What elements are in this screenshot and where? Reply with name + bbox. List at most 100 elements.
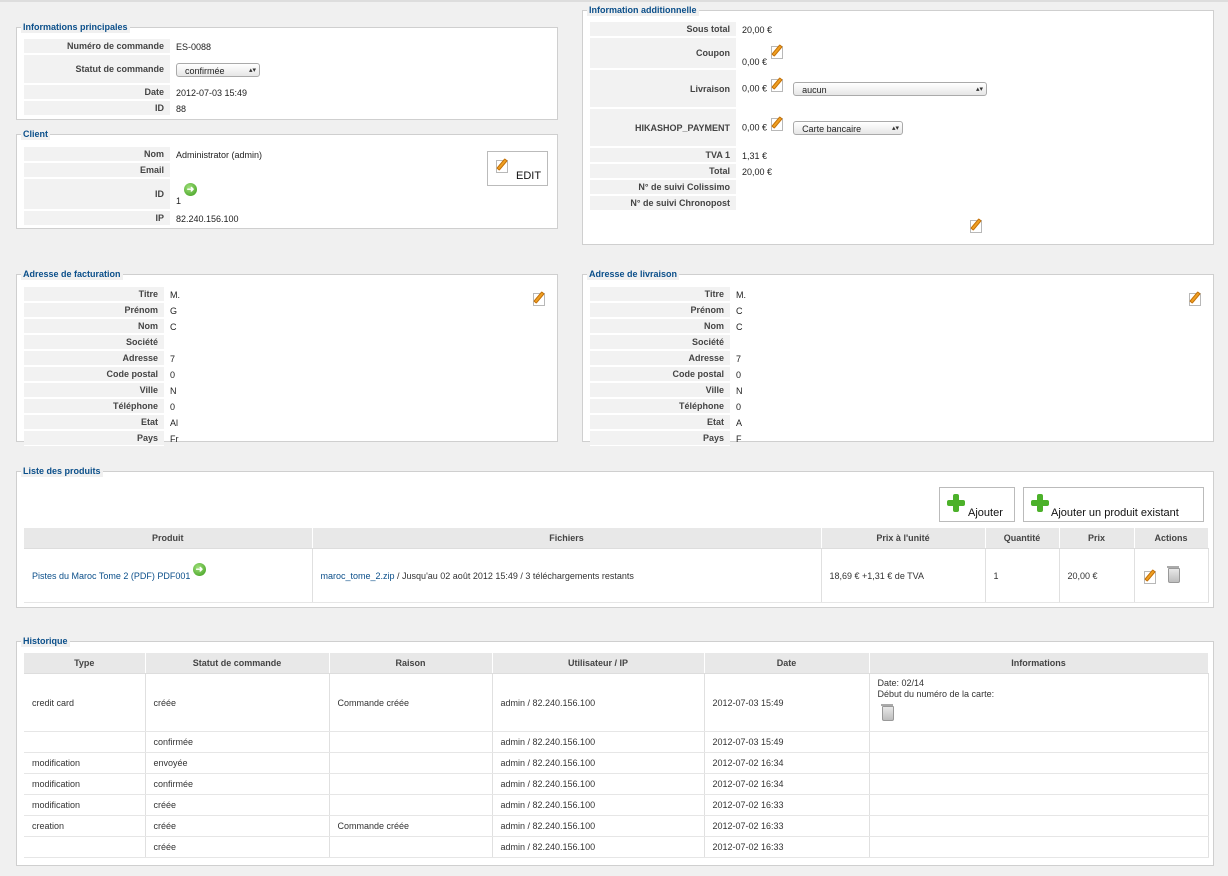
history-table: Type Statut de commande Raison Utilisate… — [24, 653, 1209, 858]
history-date: 2012-07-02 16:33 — [704, 794, 870, 816]
history-info — [869, 794, 1209, 816]
billing-edit-icon[interactable] — [532, 290, 547, 306]
history-info-date: Date: 02/14 — [877, 678, 925, 688]
history-reason — [329, 731, 493, 753]
go-arrow-icon[interactable]: ➜ — [192, 562, 206, 576]
billing-address-label: Titre — [24, 287, 164, 302]
history-status: créée — [145, 836, 330, 858]
shipping-method-select[interactable]: aucun ▴▾ — [793, 82, 988, 96]
additional-edit-icon[interactable] — [969, 217, 984, 233]
additional-info-panel: Information additionnelle Sous total 20,… — [582, 5, 1214, 245]
shipping-address-value: 0 — [736, 369, 742, 380]
tva-value: 1,31 € — [742, 150, 768, 161]
billing-address-value: 0 — [170, 401, 178, 412]
billing-address-value: G — [170, 305, 178, 316]
history-type: creation — [24, 815, 146, 837]
product-file-link[interactable]: maroc_tome_2.zip — [321, 571, 395, 581]
payment-method-select[interactable]: Carte bancaire ▴▾ — [793, 121, 904, 135]
shipping-address-label: Prénom — [590, 303, 730, 318]
shipping-address-row: Adresse 7 — [590, 351, 756, 366]
select-arrows-icon: ▴▾ — [248, 66, 256, 74]
billing-address-label: Code postal — [24, 367, 164, 382]
order-status-row: Statut de commande confirmée ▴▾ — [24, 55, 554, 84]
history-panel: Historique Type Statut de commande Raiso… — [16, 636, 1214, 866]
trash-icon[interactable] — [1167, 566, 1181, 583]
plus-icon — [1031, 494, 1049, 512]
product-row: Pistes du Maroc Tome 2 (PDF) PDF001 ➜ ma… — [24, 548, 1209, 603]
select-arrows-icon: ▴▾ — [892, 125, 900, 132]
shipping-address-edit-icon[interactable] — [1188, 290, 1203, 306]
payment-edit-icon[interactable] — [770, 115, 785, 131]
client-panel: Client Nom Administrator (admin) Email I… — [16, 129, 558, 229]
subtotal-value: 20,00 € — [742, 24, 773, 35]
history-date: 2012-07-03 15:49 — [704, 731, 870, 753]
billing-address-value: 7 — [170, 353, 176, 364]
col-prix: Prix — [1059, 528, 1135, 549]
shipping-address-row: Prénom C — [590, 303, 756, 318]
top-border — [0, 0, 1228, 2]
billing-address-label: Ville — [24, 383, 164, 398]
shipping-address-label: Adresse — [590, 351, 730, 366]
history-user: admin / 82.240.156.100 — [492, 815, 705, 837]
shipping-address-value: C — [736, 321, 743, 332]
history-date: 2012-07-02 16:34 — [704, 752, 870, 774]
order-status-select[interactable]: confirmée ▴▾ — [176, 62, 260, 77]
tva-label: TVA 1 — [590, 148, 736, 163]
shipping-address-label: Code postal — [590, 367, 730, 382]
product-edit-icon[interactable] — [1143, 568, 1158, 584]
shipping-edit-icon[interactable] — [770, 76, 785, 92]
add-existing-product-button[interactable]: Ajouter un produit existant — [1023, 487, 1204, 522]
client-edit-button[interactable]: EDIT — [487, 151, 548, 186]
coupon-label: Coupon — [590, 38, 736, 69]
billing-address-panel: Adresse de facturation Titre M. Prénom G Nom… — [16, 269, 558, 446]
chronopost-value — [736, 196, 1200, 211]
history-row: credit card créée Commande créée admin / 82… — [24, 673, 1209, 732]
history-type: credit card — [24, 673, 146, 732]
go-arrow-icon[interactable]: ➜ — [184, 183, 197, 196]
products-table: Produit Fichiers Prix à l'unité Quantité… — [24, 528, 1209, 603]
history-user: admin / 82.240.156.100 — [492, 794, 705, 816]
coupon-value: 0,00 € — [742, 57, 768, 67]
shipping-address-value — [730, 335, 756, 350]
product-name-link[interactable]: Pistes du Maroc Tome 2 (PDF) PDF001 — [32, 571, 190, 581]
shipping-address-row: Société — [590, 335, 756, 350]
chronopost-label: N° de suivi Chronopost — [590, 196, 736, 211]
add-existing-product-label: Ajouter un produit existant — [1051, 507, 1179, 519]
history-info-card: Début du numéro de la carte: — [877, 689, 995, 699]
additional-info-legend: Information additionnelle — [587, 5, 699, 16]
col-prix-unite: Prix à l'unité — [821, 528, 986, 549]
billing-address-label: Téléphone — [24, 399, 164, 414]
billing-address-row: Ville N — [24, 383, 190, 398]
history-user: admin / 82.240.156.100 — [492, 836, 705, 858]
history-row: modification confirmée admin / 82.240.156.… — [24, 773, 1209, 795]
billing-address-legend: Adresse de facturation — [21, 269, 123, 280]
history-info — [869, 752, 1209, 774]
client-id-value: 1 — [176, 196, 182, 206]
client-name-label: Nom — [24, 147, 170, 162]
billing-address-row: Pays Fr — [24, 431, 190, 446]
col-informations: Informations — [869, 653, 1209, 674]
billing-address-row: Prénom G — [24, 303, 190, 318]
order-number-row: Numéro de commande ES-0088 — [24, 39, 554, 54]
billing-address-label: Adresse — [24, 351, 164, 366]
add-product-button[interactable]: Ajouter — [939, 487, 1015, 522]
history-row: confirmée admin / 82.240.156.100 2012-07-0… — [24, 731, 1209, 753]
history-status: créée — [145, 815, 330, 837]
shipping-address-label: Société — [590, 335, 730, 350]
add-product-label: Ajouter — [968, 507, 1003, 519]
shipping-address-panel: Adresse de livraison Titre M. Prénom C Nom C S… — [582, 269, 1214, 446]
history-type — [24, 731, 146, 753]
history-header-row: Type Statut de commande Raison Utilisate… — [24, 653, 1209, 674]
trash-icon[interactable] — [880, 704, 894, 721]
history-row: créée admin / 82.240.156.100 2012-07-02 16… — [24, 836, 1209, 858]
shipping-address-value: 0 — [736, 401, 742, 412]
history-info — [869, 836, 1209, 858]
products-header-row: Produit Fichiers Prix à l'unité Quantité… — [24, 528, 1209, 549]
products-panel: Liste des produits Ajouter Ajouter un pr… — [16, 466, 1214, 608]
date-value: 2012-07-03 15:49 — [176, 87, 248, 98]
shipping-address-row: Titre M. — [590, 287, 756, 302]
history-reason: Commande créée — [329, 815, 493, 837]
billing-address-value: Fr — [170, 433, 179, 444]
shipping-address-value: A — [736, 417, 743, 428]
coupon-edit-icon[interactable] — [770, 43, 785, 59]
